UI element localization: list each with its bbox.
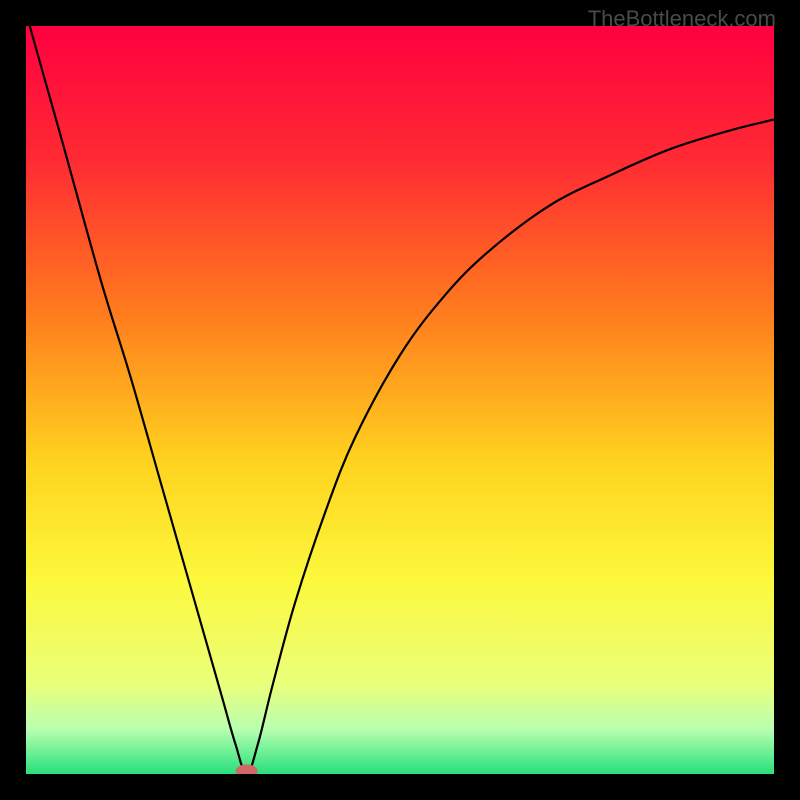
chart-svg: [26, 26, 774, 774]
chart-plot: [26, 26, 774, 774]
watermark-label: TheBottleneck.com: [588, 6, 776, 32]
